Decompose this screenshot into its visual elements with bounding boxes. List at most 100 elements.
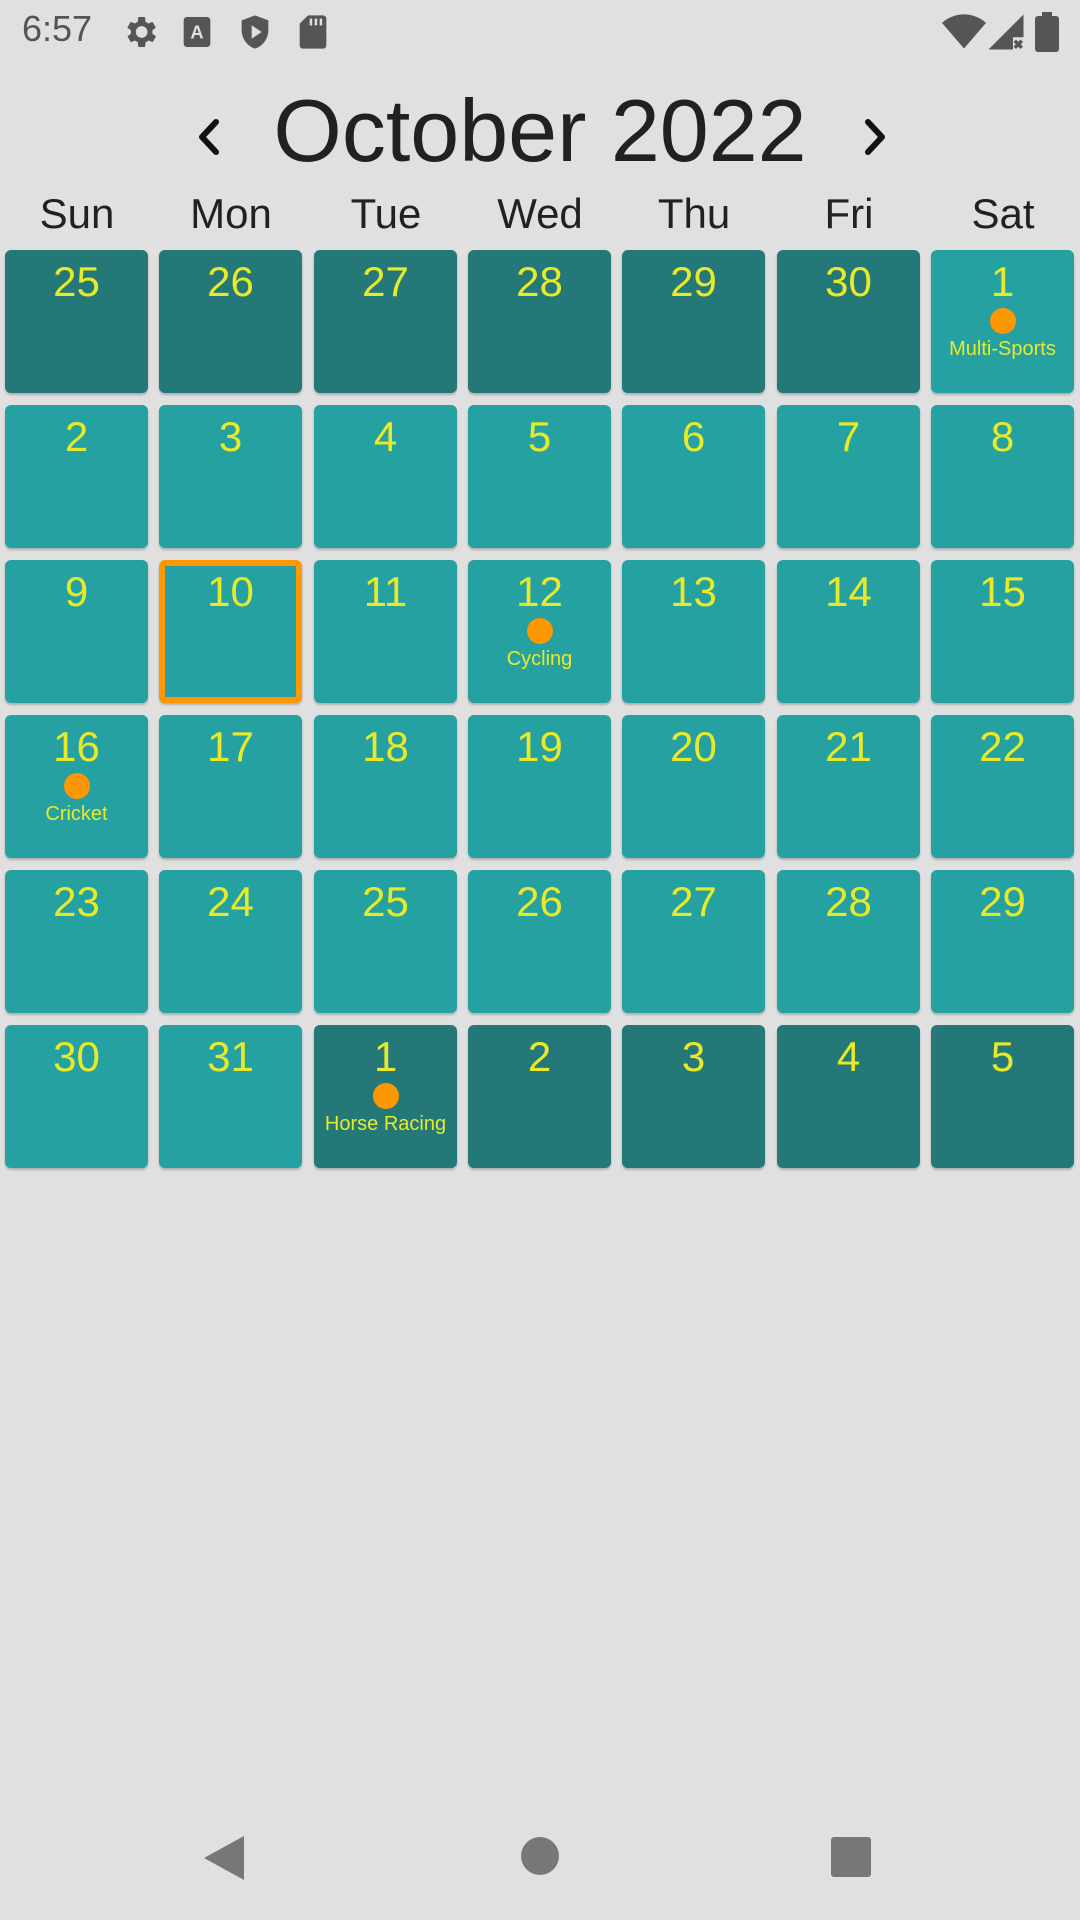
event-dot-icon: [526, 618, 553, 644]
day-number: 5: [990, 1033, 1015, 1080]
day-cell[interactable]: 9: [5, 560, 148, 703]
day-cell[interactable]: 20: [622, 715, 765, 858]
day-number: 21: [825, 723, 872, 770]
day-cell[interactable]: 3: [159, 405, 302, 548]
day-cell[interactable]: 24: [159, 870, 302, 1013]
day-number: 4: [373, 413, 398, 460]
weekday-fri: Fri: [824, 190, 874, 237]
day-number: 17: [207, 723, 254, 770]
day-cell[interactable]: 27: [314, 250, 457, 393]
recents-square-icon[interactable]: [830, 1836, 872, 1878]
day-number: 19: [516, 723, 563, 770]
day-cell[interactable]: 19: [468, 715, 611, 858]
settings-icon: [127, 17, 156, 47]
event-dot-icon: [63, 773, 90, 799]
day-cell-with-event[interactable]: 16 Cricket: [5, 715, 148, 858]
weekday-thu: Thu: [657, 190, 731, 237]
weekday-mon: Mon: [190, 190, 272, 237]
day-number: 30: [53, 1033, 100, 1080]
day-number: 6: [681, 413, 706, 460]
day-number: 22: [979, 723, 1026, 770]
day-cell[interactable]: 14: [777, 560, 920, 703]
day-cell-with-event[interactable]: 1 Horse Racing: [314, 1025, 457, 1168]
day-number: 1: [990, 258, 1015, 305]
day-number: 29: [670, 258, 717, 305]
day-cell[interactable]: 28: [468, 250, 611, 393]
event-dot-icon: [989, 308, 1016, 334]
day-cell[interactable]: 15: [931, 560, 1074, 703]
keyboard-a-icon: A: [183, 17, 211, 47]
day-cell[interactable]: 6: [622, 405, 765, 548]
day-cell[interactable]: 21: [777, 715, 920, 858]
signal-icon: [988, 14, 1024, 50]
day-cell[interactable]: 23: [5, 870, 148, 1013]
day-cell[interactable]: 26: [159, 250, 302, 393]
day-cell-today[interactable]: 10: [159, 560, 302, 703]
day-cell[interactable]: 25: [5, 250, 148, 393]
day-cell[interactable]: 5: [468, 405, 611, 548]
status-time: 6:57: [22, 8, 93, 49]
svg-text:A: A: [190, 22, 203, 43]
day-number: 12: [516, 568, 563, 615]
weekday-row: Sun Mon Tue Wed Thu Fri Sat: [0, 190, 1080, 250]
day-number: 31: [207, 1033, 254, 1080]
month-title: October 2022: [273, 81, 807, 180]
day-number: 11: [363, 568, 408, 615]
day-cell[interactable]: 29: [931, 870, 1074, 1013]
day-cell[interactable]: 2: [5, 405, 148, 548]
day-cell[interactable]: 4: [777, 1025, 920, 1168]
back-triangle-icon[interactable]: [200, 1832, 248, 1884]
day-cell[interactable]: 4: [314, 405, 457, 548]
day-number: 24: [207, 878, 254, 925]
home-circle-icon[interactable]: [520, 1836, 560, 1876]
day-number: 1: [373, 1033, 398, 1080]
next-month-button[interactable]: [852, 102, 902, 172]
calendar-grid: 25 26 27 28 29 30 1 Multi-Sports 2 3 4 5 6 7 8 9 10 11 12 C…: [0, 250, 1080, 1170]
calendar-header: October 2022: [0, 62, 1080, 192]
day-number: 2: [64, 413, 89, 460]
day-number: 27: [362, 258, 409, 305]
day-number: 2: [527, 1033, 552, 1080]
day-number: 18: [362, 723, 409, 770]
day-number: 15: [979, 568, 1026, 615]
day-cell[interactable]: 28: [777, 870, 920, 1013]
day-cell[interactable]: 13: [622, 560, 765, 703]
day-cell[interactable]: 17: [159, 715, 302, 858]
play-shield-icon: [241, 15, 269, 49]
day-cell[interactable]: 31: [159, 1025, 302, 1168]
system-nav-bar: [0, 1800, 1080, 1920]
day-number: 28: [516, 258, 563, 305]
day-number: 13: [670, 568, 717, 615]
day-cell[interactable]: 5: [931, 1025, 1074, 1168]
weekday-tue: Tue: [350, 190, 422, 237]
day-cell[interactable]: 30: [777, 250, 920, 393]
day-cell[interactable]: 18: [314, 715, 457, 858]
day-number: 25: [53, 258, 100, 305]
day-cell[interactable]: 2: [468, 1025, 611, 1168]
day-number: 7: [836, 413, 861, 460]
weekday-wed: Wed: [497, 190, 583, 237]
day-cell-with-event[interactable]: 1 Multi-Sports: [931, 250, 1074, 393]
day-number: 25: [362, 878, 409, 925]
day-cell[interactable]: 22: [931, 715, 1074, 858]
day-cell[interactable]: 26: [468, 870, 611, 1013]
day-number: 26: [516, 878, 563, 925]
day-cell[interactable]: 30: [5, 1025, 148, 1168]
day-number: 26: [207, 258, 254, 305]
day-cell[interactable]: 8: [931, 405, 1074, 548]
day-cell[interactable]: 3: [622, 1025, 765, 1168]
day-number: 27: [670, 878, 717, 925]
day-cell[interactable]: 27: [622, 870, 765, 1013]
event-label: Cycling: [506, 648, 573, 670]
day-cell[interactable]: 11: [314, 560, 457, 703]
weekday-sat: Sat: [971, 190, 1035, 237]
day-cell[interactable]: 29: [622, 250, 765, 393]
day-cell-with-event[interactable]: 12 Cycling: [468, 560, 611, 703]
status-bar: 6:57 A: [0, 0, 1080, 62]
day-cell[interactable]: 25: [314, 870, 457, 1013]
day-cell[interactable]: 7: [777, 405, 920, 548]
day-number: 28: [825, 878, 872, 925]
day-number: 3: [681, 1033, 706, 1080]
event-label: Multi-Sports: [949, 338, 1056, 360]
day-number: 23: [53, 878, 100, 925]
